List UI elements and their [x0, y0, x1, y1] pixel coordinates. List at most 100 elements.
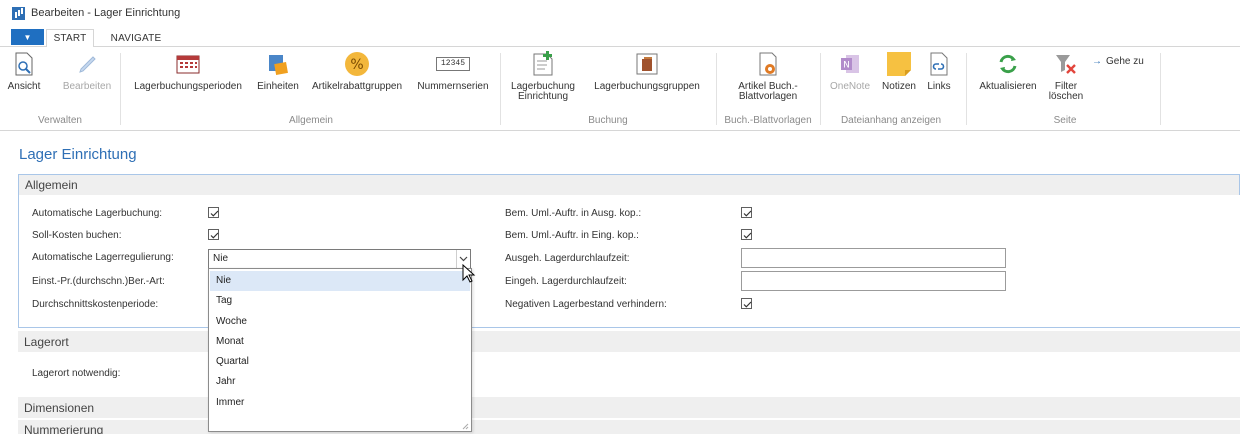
- einheiten-button[interactable]: Einheiten: [253, 51, 303, 92]
- section-lagerort[interactable]: Lagerort: [18, 331, 1240, 352]
- arrow-right-icon: →: [1092, 56, 1102, 67]
- app-logo-icon: [12, 6, 25, 20]
- view-icon: [11, 51, 37, 77]
- ansicht-button[interactable]: Ansicht: [4, 51, 44, 92]
- tab-navigate[interactable]: NAVIGATE: [104, 29, 168, 48]
- links-label: Links: [927, 81, 951, 92]
- tab-start[interactable]: START: [46, 29, 94, 48]
- clear-filter-icon: [1053, 51, 1079, 77]
- group-seite: Seite: [1053, 115, 1077, 126]
- links-button[interactable]: Links: [924, 51, 954, 92]
- group-allgemein: Allgemein: [289, 115, 333, 126]
- onenote-button[interactable]: N OneNote: [826, 51, 874, 92]
- onenote-label: OneNote: [829, 81, 871, 92]
- onenote-icon: N: [837, 51, 863, 77]
- nummernserien-button[interactable]: 12345 Nummernserien: [412, 51, 494, 92]
- section-lagerort-title: Lagerort: [24, 334, 69, 349]
- lagerbuchungsperioden-button[interactable]: Lagerbuchungsperioden: [128, 51, 248, 92]
- percent-icon: %: [344, 51, 370, 77]
- einheiten-label: Einheiten: [257, 81, 299, 92]
- lagerbuchungsgruppen-button[interactable]: Lagerbuchungsgruppen: [584, 51, 710, 92]
- soll-kosten-label: Soll-Kosten buchen:: [32, 230, 122, 241]
- bem-eing-label: Bem. Uml.-Auftr. in Eing. kop.:: [505, 230, 639, 241]
- section-dimensionen-title: Dimensionen: [24, 400, 95, 415]
- eing-lagerdurchlaufzeit-input[interactable]: [741, 271, 1006, 291]
- group-dateianhang: Dateianhang anzeigen: [840, 115, 942, 126]
- section-dimensionen[interactable]: Dimensionen: [18, 397, 1240, 418]
- bem-ausg-checkbox[interactable]: [741, 207, 752, 218]
- ribbon-separator: [716, 53, 717, 125]
- resize-grip-icon[interactable]: [461, 421, 469, 430]
- artikel-buch-label-2: Blattvorlagen: [738, 91, 798, 102]
- ribbon-separator: [966, 53, 967, 125]
- gehe-zu-label: Gehe zu: [1106, 56, 1144, 67]
- journal-template-icon: [755, 51, 781, 77]
- application-menu-button[interactable]: ▼: [11, 29, 44, 45]
- notizen-button[interactable]: Notizen: [877, 51, 921, 92]
- bearbeiten-label: Bearbeiten: [62, 81, 112, 92]
- units-icon: [265, 51, 291, 77]
- negativen-lagerbestand-checkbox[interactable]: [741, 298, 752, 309]
- number-series-icon-text: 12345: [436, 57, 470, 71]
- window-title: Bearbeiten - Lager Einrichtung: [31, 7, 181, 19]
- bearbeiten-button[interactable]: Bearbeiten: [60, 51, 114, 92]
- refresh-icon: [995, 51, 1021, 77]
- artikelrabattgruppen-button[interactable]: % Artikelrabattgruppen: [305, 51, 409, 92]
- section-allgemein[interactable]: Allgemein: [18, 174, 1240, 195]
- aktualisieren-button[interactable]: Aktualisieren: [972, 51, 1044, 92]
- auto-lagerregulierung-value: Nie: [213, 253, 229, 264]
- group-buch-blattvorlagen: Buch.-Blattvorlagen: [724, 115, 812, 126]
- auto-lagerbuchung-label: Automatische Lagerbuchung:: [32, 208, 163, 219]
- lagerbuchungsperioden-label: Lagerbuchungsperioden: [134, 81, 242, 92]
- auto-lagerbuchung-checkbox[interactable]: [208, 207, 219, 218]
- lagerregulierung-dropdown-list: Nie Tag Woche Monat Quartal Jahr Immer: [208, 268, 472, 432]
- dropdown-option[interactable]: Woche: [210, 312, 470, 332]
- filter-loeschen-button[interactable]: Filter löschen: [1046, 51, 1086, 102]
- ausg-lagerdurchlaufzeit-label: Ausgeh. Lagerdurchlaufzeit:: [505, 253, 630, 264]
- artikelrabattgruppen-label: Artikelrabattgruppen: [311, 81, 403, 92]
- dropdown-option[interactable]: Nie: [210, 271, 470, 291]
- bem-eing-checkbox[interactable]: [741, 229, 752, 240]
- ausg-lagerdurchlaufzeit-input[interactable]: [741, 248, 1006, 268]
- number-series-icon: 12345: [435, 51, 471, 77]
- dropdown-option[interactable]: Jahr: [210, 372, 470, 392]
- nummernserien-label: Nummernserien: [417, 81, 489, 92]
- artikel-buch-blattvorlagen-button[interactable]: Artikel Buch.- Blattvorlagen: [720, 51, 816, 102]
- durchschnittskostenperiode-label: Durchschnittskostenperiode:: [32, 299, 159, 310]
- section-nummerierung-title: Nummerierung: [24, 423, 104, 434]
- lagerbuchung-einrichtung-button[interactable]: Lagerbuchung Einrichtung: [506, 51, 580, 102]
- dropdown-option[interactable]: Quartal: [210, 352, 470, 372]
- ribbon-separator: [500, 53, 501, 125]
- ansicht-label: Ansicht: [7, 81, 41, 92]
- posting-groups-icon: [634, 51, 660, 77]
- section-nummerierung[interactable]: Nummerierung: [18, 420, 1240, 434]
- edit-pencil-icon: [74, 51, 100, 77]
- dropdown-option[interactable]: Tag: [210, 291, 470, 311]
- bem-ausg-label: Bem. Uml.-Auftr. in Ausg. kop.:: [505, 208, 642, 219]
- soll-kosten-checkbox[interactable]: [208, 229, 219, 240]
- calendar-icon: [175, 51, 201, 77]
- filter-label-2: löschen: [1048, 91, 1084, 102]
- aktualisieren-label: Aktualisieren: [979, 81, 1037, 92]
- auto-lagerregulierung-select[interactable]: Nie: [208, 249, 471, 269]
- notizen-label: Notizen: [882, 81, 916, 92]
- einst-pr-label: Einst.-Pr.(durchschn.)Ber.-Art:: [32, 276, 165, 287]
- gehe-zu-button[interactable]: → Gehe zu: [1092, 56, 1144, 67]
- note-icon: [886, 51, 912, 77]
- dropdown-option[interactable]: Monat: [210, 332, 470, 352]
- lagerbuchungsgruppen-label: Lagerbuchungsgruppen: [594, 81, 700, 92]
- dropdown-option[interactable]: Immer: [210, 393, 470, 413]
- posting-setup-icon: [530, 51, 556, 77]
- group-verwalten: Verwalten: [38, 115, 82, 126]
- mouse-pointer-icon: [462, 263, 478, 284]
- group-buchung: Buchung: [588, 115, 628, 126]
- ribbon: Ansicht Bearbeiten Verwalten Lagerbuchun…: [0, 47, 1240, 131]
- svg-text:%: %: [350, 57, 363, 73]
- link-icon: [926, 51, 952, 77]
- page-title: Lager Einrichtung: [19, 146, 137, 163]
- lagerort-notwendig-label: Lagerort notwendig:: [32, 368, 121, 379]
- auto-lagerregulierung-label: Automatische Lagerregulierung:: [32, 252, 174, 263]
- lagerbuchung-einrichtung-label-2: Einrichtung: [517, 91, 569, 102]
- ribbon-tabs: ▼ START NAVIGATE: [0, 26, 1240, 48]
- eing-lagerdurchlaufzeit-label: Eingeh. Lagerdurchlaufzeit:: [505, 276, 627, 287]
